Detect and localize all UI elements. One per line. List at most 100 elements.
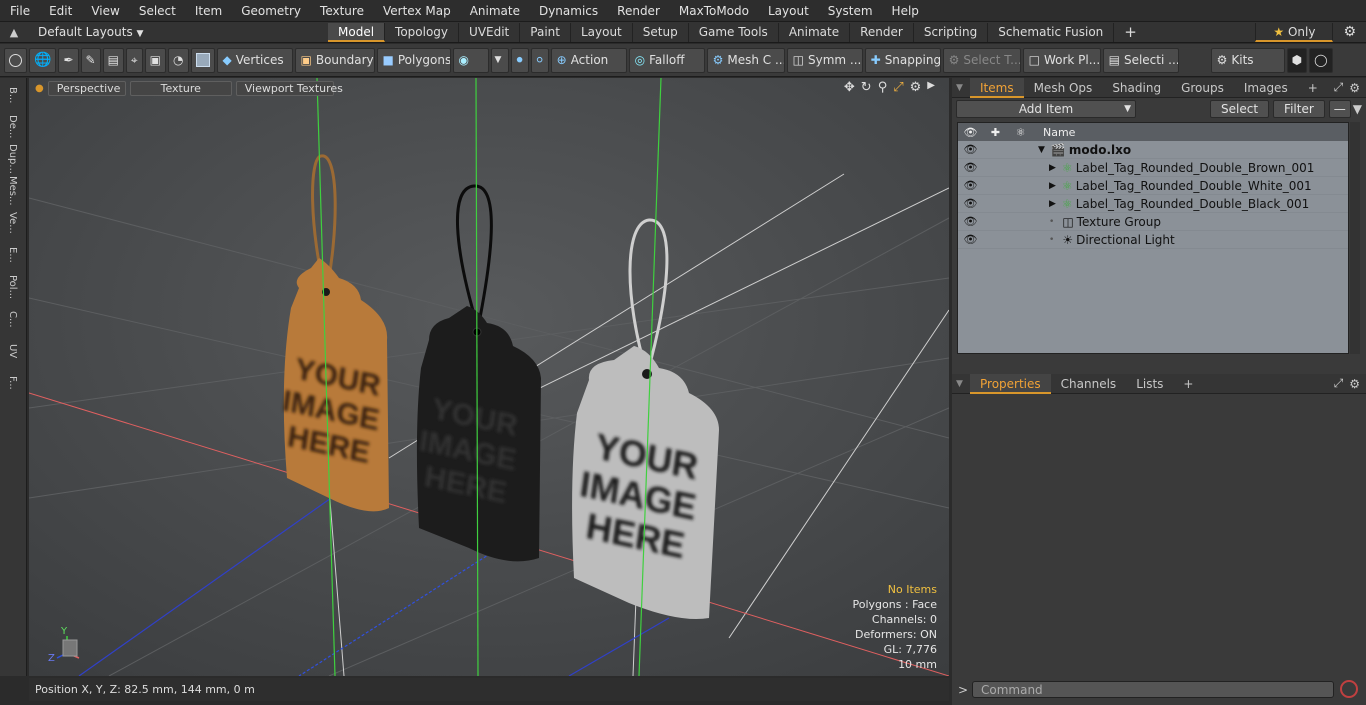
panel-menu-icon[interactable]: ▼: [956, 379, 970, 389]
only-toggle[interactable]: ★ Only: [1255, 22, 1334, 42]
name-column-header[interactable]: Name: [1033, 126, 1075, 139]
add-tab-button[interactable]: +: [1114, 23, 1147, 42]
mesh-constraint-button[interactable]: ⚙ Mesh C ...: [706, 47, 785, 73]
tree-row-brown[interactable]: 👁 ▶ ⚛ Label_Tag_Rounded_Double_Brown_001: [958, 159, 1348, 177]
tree-row-white[interactable]: 👁 ▶ ⚛ Label_Tag_Rounded_Double_White_001: [958, 177, 1348, 195]
eye-icon[interactable]: 👁: [958, 215, 983, 228]
visibility-header-icon[interactable]: 👁: [958, 126, 983, 139]
tree-row-scene[interactable]: 👁 ▼ 🎬 modo.lxo: [958, 141, 1348, 159]
tab-mesh-ops[interactable]: Mesh Ops: [1024, 78, 1103, 98]
tab-uvedit[interactable]: UVEdit: [459, 22, 521, 42]
viewport-textures-button[interactable]: Viewport Textures: [235, 80, 343, 96]
tab-scripting[interactable]: Scripting: [914, 22, 989, 42]
panel-menu-icon[interactable]: ▼: [956, 83, 970, 93]
expand-arrow-icon[interactable]: ▶: [1049, 163, 1056, 173]
tab-render[interactable]: Render: [850, 22, 914, 42]
select-circle-button[interactable]: [4, 47, 27, 73]
tab-paint[interactable]: Paint: [520, 22, 571, 42]
menu-item[interactable]: Item: [185, 4, 231, 18]
menu-maxtomodo[interactable]: MaxToModo: [669, 4, 758, 18]
symmetry-toggle-2[interactable]: ⚪: [530, 47, 549, 73]
tab-channels[interactable]: Channels: [1051, 374, 1127, 394]
gear-icon[interactable]: ⚙: [1349, 377, 1360, 391]
symmetry-button[interactable]: ◫ Symm ...: [786, 47, 863, 73]
tab-lists[interactable]: Lists: [1126, 374, 1173, 394]
menu-dynamics[interactable]: Dynamics: [529, 4, 607, 18]
expand-icon[interactable]: ⤢: [1334, 80, 1344, 95]
strip-tab-curve[interactable]: C...: [7, 304, 18, 334]
tab-model[interactable]: Model: [328, 22, 386, 42]
select-through-button[interactable]: ⚙ Select T...: [942, 47, 1021, 73]
tab-properties[interactable]: Properties: [970, 373, 1051, 394]
snapping-button[interactable]: ✚ Snapping: [864, 47, 941, 73]
falloff-button[interactable]: ◎ Falloff: [628, 47, 705, 73]
work-plane-button[interactable]: □ Work Pl...: [1022, 47, 1101, 73]
strip-tab-polygon[interactable]: Pol...: [7, 272, 18, 302]
rotate-icon[interactable]: ↻: [861, 80, 872, 95]
tab-animate[interactable]: Animate: [779, 22, 851, 42]
3d-viewport[interactable]: ● Perspective Texture Viewport Textures …: [29, 78, 949, 676]
eye-icon[interactable]: 👁: [958, 161, 983, 174]
lock-header-icon[interactable]: ✚: [983, 126, 1008, 139]
command-input[interactable]: Command: [972, 681, 1334, 698]
strip-tab-fusion[interactable]: F...: [7, 368, 18, 398]
filter-button[interactable]: Filter: [1273, 100, 1325, 118]
selection-sets-button[interactable]: ▤ Selecti ...: [1102, 47, 1179, 73]
strip-tab-duplicate[interactable]: Dup...: [7, 144, 18, 174]
tree-row-directional-light[interactable]: 👁 • ☀ Directional Light: [958, 231, 1348, 249]
strip-tab-mesh-edit[interactable]: Mes...: [7, 176, 18, 206]
perspective-button[interactable]: Perspective: [47, 80, 126, 96]
menu-file[interactable]: File: [0, 4, 39, 18]
box-select-button[interactable]: ▣: [144, 47, 167, 73]
menu-system[interactable]: System: [818, 4, 882, 18]
collapse-button[interactable]: —: [1328, 100, 1351, 118]
menu-animate[interactable]: Animate: [460, 4, 529, 18]
tab-topology[interactable]: Topology: [385, 22, 460, 42]
symmetry-toggle-1[interactable]: ⚫: [510, 47, 529, 73]
align-tool-button[interactable]: ▤: [102, 47, 124, 73]
item-mode-button[interactable]: [190, 47, 215, 73]
tab-images[interactable]: Images: [1234, 78, 1298, 98]
tree-scrollbar[interactable]: [1350, 122, 1360, 354]
menu-geometry[interactable]: Geometry: [231, 4, 310, 18]
menu-select[interactable]: Select: [129, 4, 185, 18]
tree-row-black[interactable]: 👁 ▶ ⚛ Label_Tag_Rounded_Double_Black_001: [958, 195, 1348, 213]
vertices-mode-button[interactable]: ◆ Vertices: [216, 47, 293, 73]
tab-layout[interactable]: Layout: [571, 22, 633, 42]
material-mode-button[interactable]: ◉: [452, 47, 489, 73]
center-tool-button[interactable]: ⌖: [125, 47, 143, 73]
gear-icon[interactable]: ⚙: [910, 80, 922, 95]
select-button[interactable]: Select: [1210, 100, 1270, 118]
material-dropdown[interactable]: ▼: [490, 47, 509, 73]
move-icon[interactable]: ✥: [844, 80, 855, 95]
texture-shading-button[interactable]: Texture: [129, 80, 232, 96]
eye-icon[interactable]: 👁: [958, 197, 983, 210]
unreal-icon[interactable]: ◯: [1309, 47, 1333, 73]
menu-layout[interactable]: Layout: [758, 4, 818, 18]
expand-icon[interactable]: ⤢: [1334, 376, 1344, 391]
strip-tab-edge[interactable]: E...: [7, 240, 18, 270]
expand-arrow-icon[interactable]: ▶: [1049, 199, 1056, 209]
gear-icon[interactable]: ⚙: [1333, 23, 1366, 42]
maximize-icon[interactable]: ⤢: [893, 80, 903, 95]
default-layouts-dropdown[interactable]: Default Layouts ▼: [28, 25, 328, 39]
menu-texture[interactable]: Texture: [310, 4, 373, 18]
record-icon[interactable]: [1340, 680, 1358, 698]
unity-icon[interactable]: ⬢: [1286, 47, 1308, 73]
menu-vertex-map[interactable]: Vertex Map: [373, 4, 460, 18]
boundary-mode-button[interactable]: ▣ Boundary: [294, 47, 375, 73]
add-panel-tab-button[interactable]: +: [1298, 78, 1328, 98]
tree-row-texture-group[interactable]: 👁 • ◫ Texture Group: [958, 213, 1348, 231]
eye-icon[interactable]: 👁: [958, 179, 983, 192]
layout-menu-icon[interactable]: ▲: [0, 26, 28, 39]
strip-tab-uv[interactable]: UV: [7, 336, 18, 366]
play-icon[interactable]: ▶: [927, 80, 935, 95]
menu-help[interactable]: Help: [882, 4, 928, 18]
action-center-button[interactable]: ⊕ Action: [550, 47, 627, 73]
menu-edit[interactable]: Edit: [39, 4, 81, 18]
strip-tab-basic[interactable]: B...: [7, 80, 18, 110]
pen-tool-button[interactable]: ✒: [58, 47, 79, 73]
menu-render[interactable]: Render: [607, 4, 669, 18]
lasso-button[interactable]: ◔: [168, 47, 189, 73]
type-header-icon[interactable]: ⚛: [1008, 126, 1033, 139]
